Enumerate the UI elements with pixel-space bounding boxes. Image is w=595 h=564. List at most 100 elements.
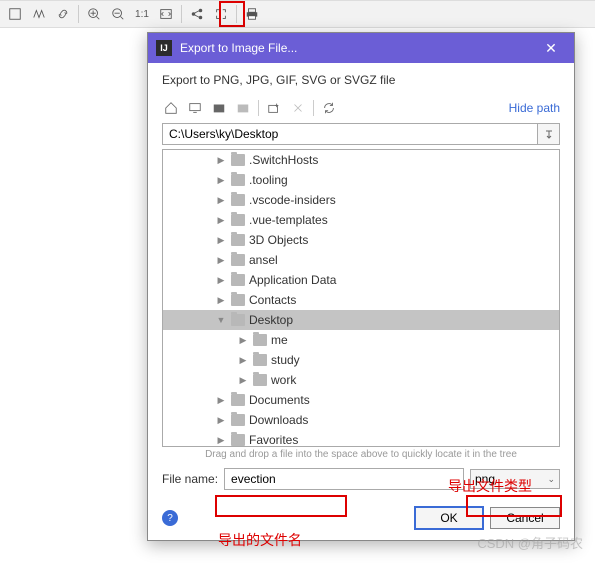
zoom-fit-icon[interactable] bbox=[4, 3, 26, 25]
folder-icon bbox=[231, 434, 245, 446]
tree-row[interactable]: ▶ Application Data bbox=[163, 270, 559, 290]
export-dialog: IJ Export to Image File... ✕ Export to P… bbox=[147, 32, 575, 541]
tree-row[interactable]: ▶ Contacts bbox=[163, 290, 559, 310]
chevron-down-icon: ⌄ bbox=[547, 474, 555, 485]
tree-row[interactable]: ▶ me bbox=[163, 330, 559, 350]
tree-row[interactable]: ▶ Favorites bbox=[163, 430, 559, 447]
zigzag-icon[interactable] bbox=[28, 3, 50, 25]
tree-arrow-icon[interactable]: ▼ bbox=[215, 315, 227, 325]
module-icon bbox=[234, 99, 252, 117]
folder-icon bbox=[231, 214, 245, 226]
folder-icon bbox=[231, 414, 245, 426]
tree-label: .vscode-insiders bbox=[249, 193, 336, 207]
home-icon[interactable] bbox=[162, 99, 180, 117]
tree-arrow-icon[interactable]: ▶ bbox=[215, 415, 227, 426]
extension-select[interactable]: png ⌄ bbox=[470, 469, 560, 489]
tree-label: Downloads bbox=[249, 413, 308, 427]
tree-row[interactable]: ▶ Downloads bbox=[163, 410, 559, 430]
tree-row[interactable]: ▶ .SwitchHosts bbox=[163, 150, 559, 170]
help-icon[interactable]: ? bbox=[162, 510, 178, 526]
file-tree[interactable]: ▶.SwitchHosts▶.tooling▶.vscode-insiders▶… bbox=[162, 149, 560, 447]
fit-window-icon[interactable] bbox=[155, 3, 177, 25]
extension-value: png bbox=[475, 472, 495, 486]
refresh-icon[interactable] bbox=[320, 99, 338, 117]
tree-arrow-icon[interactable]: ▶ bbox=[215, 195, 227, 206]
tree-arrow-icon[interactable]: ▶ bbox=[215, 255, 227, 266]
history-dropdown-icon[interactable] bbox=[538, 123, 560, 145]
tree-row[interactable]: ▶ .vscode-insiders bbox=[163, 190, 559, 210]
tree-label: .tooling bbox=[249, 173, 288, 187]
separator bbox=[236, 5, 237, 23]
folder-icon bbox=[231, 194, 245, 206]
separator bbox=[78, 5, 79, 23]
tree-label: .SwitchHosts bbox=[249, 153, 318, 167]
zoom-out-icon[interactable] bbox=[107, 3, 129, 25]
tree-arrow-icon[interactable]: ▶ bbox=[237, 375, 249, 386]
dialog-subtitle: Export to PNG, JPG, GIF, SVG or SVGZ fil… bbox=[162, 73, 560, 87]
new-folder-icon[interactable] bbox=[265, 99, 283, 117]
nav-toolbar: Hide path bbox=[162, 99, 560, 117]
tree-label: me bbox=[271, 333, 288, 347]
app-icon: IJ bbox=[156, 40, 172, 56]
tree-arrow-icon[interactable]: ▶ bbox=[237, 355, 249, 366]
tree-label: 3D Objects bbox=[249, 233, 308, 247]
tree-label: .vue-templates bbox=[249, 213, 328, 227]
folder-icon bbox=[231, 174, 245, 186]
tree-label: ansel bbox=[249, 253, 278, 267]
folder-icon bbox=[253, 334, 267, 346]
tree-row[interactable]: ▶work bbox=[163, 370, 559, 390]
tree-arrow-icon[interactable]: ▶ bbox=[215, 235, 227, 246]
tree-arrow-icon[interactable]: ▶ bbox=[215, 395, 227, 406]
folder-icon bbox=[253, 354, 267, 366]
hide-path-link[interactable]: Hide path bbox=[509, 101, 560, 115]
folder-icon bbox=[231, 394, 245, 406]
one-to-one-icon[interactable]: 1:1 bbox=[131, 3, 153, 25]
ok-button[interactable]: OK bbox=[414, 506, 484, 530]
desktop-icon[interactable] bbox=[186, 99, 204, 117]
folder-icon bbox=[231, 294, 245, 306]
tree-arrow-icon[interactable]: ▶ bbox=[215, 215, 227, 226]
path-input[interactable] bbox=[162, 123, 538, 145]
tree-label: Application Data bbox=[249, 273, 336, 287]
folder-icon bbox=[231, 254, 245, 266]
print-icon[interactable] bbox=[241, 3, 263, 25]
tree-arrow-icon[interactable]: ▶ bbox=[215, 295, 227, 306]
folder-icon bbox=[231, 314, 245, 326]
tree-row[interactable]: ▶ 3D Objects bbox=[163, 230, 559, 250]
tree-row[interactable]: ▶ study bbox=[163, 350, 559, 370]
tree-label: study bbox=[271, 353, 300, 367]
tree-label: Desktop bbox=[249, 313, 293, 327]
dialog-titlebar: IJ Export to Image File... ✕ bbox=[148, 33, 574, 63]
separator bbox=[258, 100, 259, 116]
share-icon[interactable] bbox=[186, 3, 208, 25]
folder-icon bbox=[231, 274, 245, 286]
link-icon[interactable] bbox=[52, 3, 74, 25]
folder-icon bbox=[231, 234, 245, 246]
tree-label: Favorites bbox=[249, 433, 298, 447]
project-icon[interactable] bbox=[210, 99, 228, 117]
tree-arrow-icon[interactable]: ▶ bbox=[215, 155, 227, 166]
tree-row[interactable]: ▼ Desktop bbox=[163, 310, 559, 330]
tree-arrow-icon[interactable]: ▶ bbox=[215, 435, 227, 446]
tree-label: Contacts bbox=[249, 293, 296, 307]
fullscreen-icon[interactable] bbox=[210, 3, 232, 25]
filename-label: File name: bbox=[162, 472, 218, 486]
cancel-button[interactable]: Cancel bbox=[490, 507, 560, 529]
folder-icon bbox=[253, 374, 267, 386]
zoom-in-icon[interactable] bbox=[83, 3, 105, 25]
tree-row[interactable]: ▶ ansel bbox=[163, 250, 559, 270]
close-icon[interactable]: ✕ bbox=[536, 40, 566, 57]
tree-row[interactable]: ▶ Documents bbox=[163, 390, 559, 410]
tree-arrow-icon[interactable]: ▶ bbox=[237, 335, 249, 346]
filename-input[interactable] bbox=[224, 468, 464, 490]
separator bbox=[313, 100, 314, 116]
separator bbox=[181, 5, 182, 23]
tree-label: Documents bbox=[249, 393, 310, 407]
tree-arrow-icon[interactable]: ▶ bbox=[215, 175, 227, 186]
tree-row[interactable]: ▶ .tooling bbox=[163, 170, 559, 190]
delete-icon bbox=[289, 99, 307, 117]
dialog-title: Export to Image File... bbox=[180, 41, 536, 55]
tree-arrow-icon[interactable]: ▶ bbox=[215, 275, 227, 286]
tree-row[interactable]: ▶ .vue-templates bbox=[163, 210, 559, 230]
background-toolbar: 1:1 bbox=[0, 0, 595, 28]
